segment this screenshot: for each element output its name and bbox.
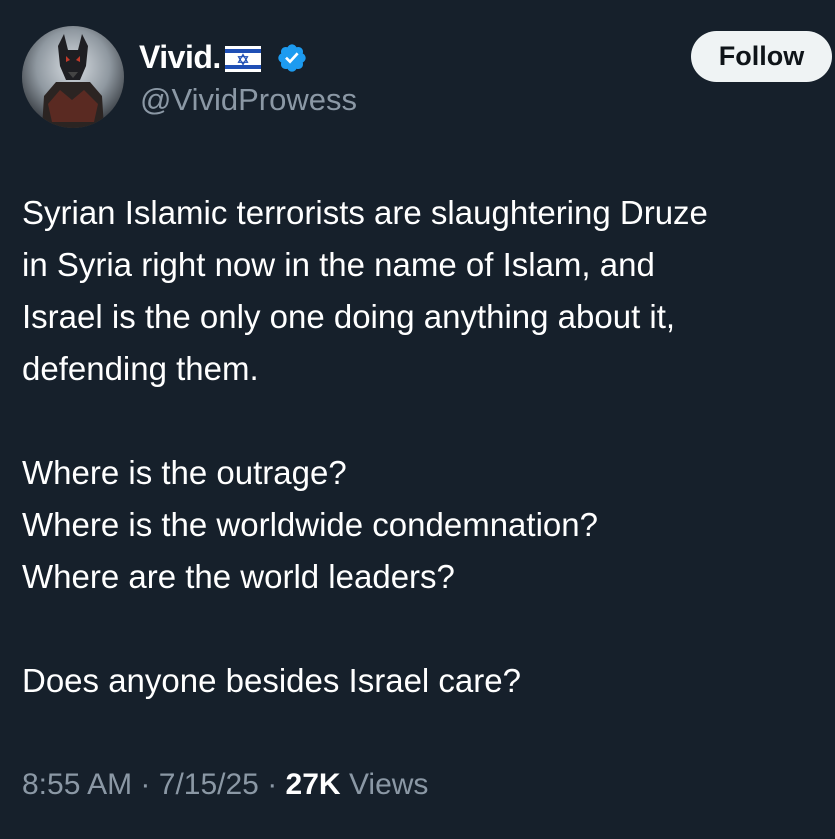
author-name-row[interactable]: Vivid.	[139, 36, 308, 78]
display-name[interactable]: Vivid.	[139, 39, 221, 76]
tweet-line: Where is the worldwide condemnation?	[22, 506, 598, 543]
meta-separator: ·	[140, 768, 151, 801]
tweet-metadata: 8:55 AM · 7/15/25 · 27K Views	[22, 768, 428, 802]
tweet-text: Syrian Islamic terrorists are slaughteri…	[22, 187, 834, 707]
views-label: Views	[348, 768, 429, 801]
avatar-image	[22, 26, 124, 128]
verified-badge-icon[interactable]	[276, 42, 308, 74]
follow-button[interactable]: Follow	[691, 31, 832, 82]
tweet-line: Does anyone besides Israel care?	[22, 662, 521, 699]
tweet-line: Syrian Islamic terrorists are slaughteri…	[22, 194, 708, 231]
tweet-line: Where is the outrage?	[22, 454, 347, 491]
views-count[interactable]: 27K	[286, 768, 341, 801]
author-handle[interactable]: @VividProwess	[140, 82, 357, 118]
tweet-time[interactable]: 8:55 AM	[22, 768, 132, 801]
meta-separator: ·	[267, 768, 278, 801]
tweet-line: defending them.	[22, 350, 259, 387]
tweet-line: in Syria right now in the name of Islam,…	[22, 246, 655, 283]
avatar[interactable]	[22, 26, 124, 128]
tweet-date[interactable]: 7/15/25	[159, 768, 259, 801]
tweet-line: Israel is the only one doing anything ab…	[22, 298, 676, 335]
israel-flag-icon	[224, 46, 261, 72]
tweet-line: Where are the world leaders?	[22, 558, 455, 595]
